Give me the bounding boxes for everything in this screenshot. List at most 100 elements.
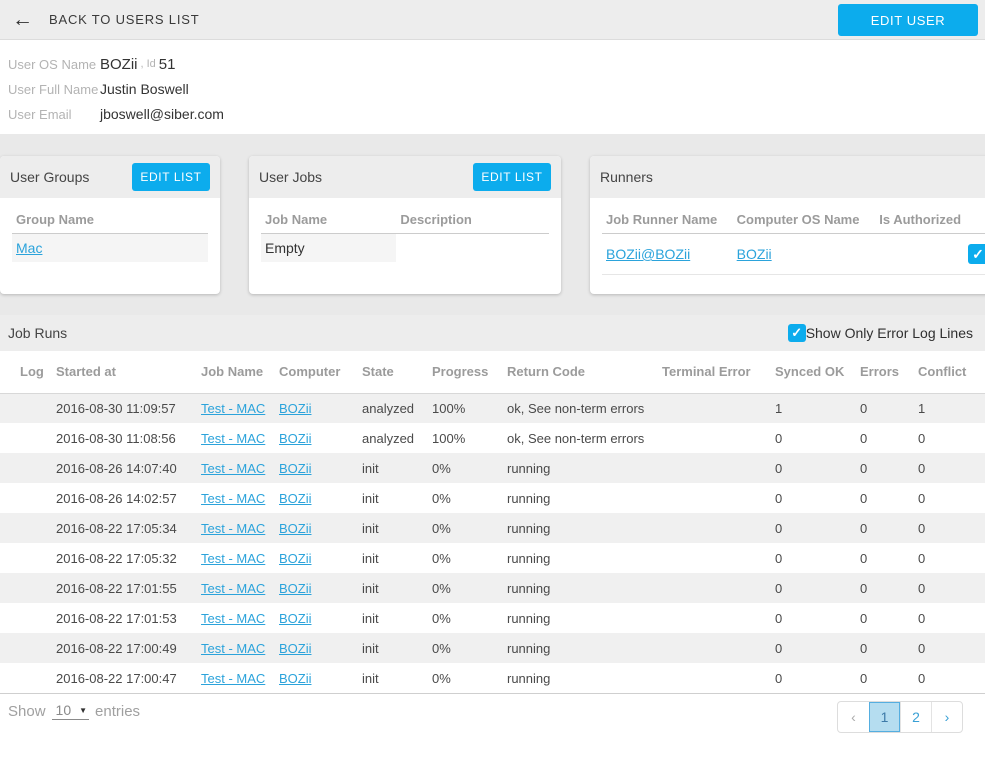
started-at-cell: 2016-08-22 17:05:34: [48, 513, 193, 543]
progress-cell: 0%: [424, 603, 499, 633]
return-code-cell: running: [499, 483, 654, 513]
synced-ok-cell: 1: [767, 393, 852, 423]
user-fullname-value: Justin Boswell: [100, 81, 189, 97]
synced-ok-cell: 0: [767, 513, 852, 543]
computer-link[interactable]: BOZii: [279, 581, 312, 596]
job-name-link[interactable]: Test - MAC: [201, 491, 265, 506]
state-cell: analyzed: [354, 393, 424, 423]
computer-link[interactable]: BOZii: [279, 641, 312, 656]
errors-cell: 0: [852, 573, 910, 603]
edit-groups-list-button[interactable]: EDIT LIST: [132, 163, 210, 191]
job-name-link[interactable]: Test - MAC: [201, 641, 265, 656]
conflict-cell: 0: [910, 603, 985, 633]
runners-header: Runners: [590, 156, 985, 198]
job-name-link[interactable]: Test - MAC: [201, 551, 265, 566]
user-groups-title: User Groups: [10, 169, 89, 185]
started-at-cell: 2016-08-22 17:05:32: [48, 543, 193, 573]
group-name-link[interactable]: Mac: [16, 240, 42, 256]
computer-link[interactable]: BOZii: [279, 671, 312, 686]
next-page-button[interactable]: ›: [931, 702, 962, 732]
table-row: 2016-08-22 17:01:55Test - MACBOZiiinit0%…: [0, 573, 985, 603]
show-only-errors-checkbox[interactable]: ✓: [788, 324, 806, 342]
synced-ok-cell: 0: [767, 663, 852, 693]
col-state: State: [354, 351, 424, 393]
computer-link[interactable]: BOZii: [279, 521, 312, 536]
page-size-select[interactable]: 10 ▼: [52, 702, 90, 720]
job-name-link[interactable]: Test - MAC: [201, 671, 265, 686]
computer-link[interactable]: BOZii: [279, 611, 312, 626]
state-cell: init: [354, 513, 424, 543]
synced-ok-cell: 0: [767, 483, 852, 513]
job-name-link[interactable]: Test - MAC: [201, 401, 265, 416]
user-groups-header: User Groups EDIT LIST: [0, 156, 220, 198]
show-label: Show: [8, 703, 46, 720]
back-to-users-link[interactable]: BACK TO USERS LIST: [49, 12, 199, 27]
table-row: 2016-08-22 17:05:34 Test - MAC BOZii init0%…: [0, 513, 985, 543]
log-cell: [0, 663, 48, 693]
conflict-cell: 0: [910, 633, 985, 663]
user-jobs-table: Job Name Description Empty: [261, 208, 549, 262]
table-row: 2016-08-26 14:02:57Test - MACBOZiiinit0%…: [0, 483, 985, 513]
return-code-cell: running: [499, 513, 654, 543]
col-terminal-error: Terminal Error: [654, 351, 767, 393]
is-authorized-header: Is Authorized: [875, 208, 985, 234]
page-1-button[interactable]: 1: [869, 702, 900, 732]
started-at-cell: 2016-08-22 17:00:49: [48, 633, 193, 663]
computer-link[interactable]: BOZii: [279, 551, 312, 566]
computer-link[interactable]: BOZii: [279, 461, 312, 476]
user-os-value: BOZii: [100, 56, 138, 73]
log-cell: [0, 483, 48, 513]
job-name-link[interactable]: Test - MAC: [201, 461, 265, 476]
progress-cell: 100%: [424, 423, 499, 453]
back-arrow-icon[interactable]: ←: [12, 9, 33, 30]
table-footer: Show 10 ▼ entries ‹ 1 2 ›: [0, 693, 985, 771]
synced-ok-cell: 0: [767, 633, 852, 663]
col-conflict: Conflict: [910, 351, 985, 393]
synced-ok-cell: 0: [767, 603, 852, 633]
started-at-cell: 2016-08-30 11:08:56: [48, 423, 193, 453]
conflict-cell: 0: [910, 513, 985, 543]
computer-link[interactable]: BOZii: [279, 401, 312, 416]
table-row: BOZii@BOZii BOZii ✓: [602, 234, 985, 275]
edit-jobs-list-button[interactable]: EDIT LIST: [473, 163, 551, 191]
state-cell: init: [354, 663, 424, 693]
job-name-link[interactable]: Test - MAC: [201, 611, 265, 626]
job-name-link[interactable]: Test - MAC: [201, 431, 265, 446]
user-email-row: User Email jboswell@siber.com: [8, 104, 977, 124]
return-code-cell: running: [499, 663, 654, 693]
col-errors: Errors: [852, 351, 910, 393]
page-2-button[interactable]: 2: [900, 702, 931, 732]
top-bar: ← BACK TO USERS LIST EDIT USER: [0, 0, 985, 40]
runners-title: Runners: [600, 169, 653, 185]
log-cell: [0, 513, 48, 543]
computer-link[interactable]: BOZii: [279, 431, 312, 446]
user-fullname-label: User Full Name: [8, 82, 100, 97]
runner-computer-link[interactable]: BOZii: [737, 246, 772, 262]
prev-page-button[interactable]: ‹: [838, 702, 869, 732]
user-groups-card: User Groups EDIT LIST Group Name Mac: [0, 156, 220, 294]
computer-link[interactable]: BOZii: [279, 491, 312, 506]
state-cell: init: [354, 543, 424, 573]
progress-cell: 0%: [424, 573, 499, 603]
is-authorized-checkbox[interactable]: ✓: [968, 244, 985, 264]
user-groups-table: Group Name Mac: [12, 208, 208, 262]
conflict-cell: 0: [910, 663, 985, 693]
table-row: 2016-08-26 14:07:40Test - MACBOZiiinit0%…: [0, 453, 985, 483]
state-cell: analyzed: [354, 423, 424, 453]
conflict-cell: 0: [910, 573, 985, 603]
edit-user-button[interactable]: EDIT USER: [838, 4, 978, 36]
runner-name-link[interactable]: BOZii@BOZii: [606, 246, 690, 262]
progress-cell: 0%: [424, 513, 499, 543]
runner-name-header: Job Runner Name: [602, 208, 733, 234]
log-cell: [0, 603, 48, 633]
user-fullname-row: User Full Name Justin Boswell: [8, 79, 977, 99]
conflict-cell: 0: [910, 543, 985, 573]
errors-cell: 0: [852, 423, 910, 453]
terminal-error-cell: [654, 483, 767, 513]
terminal-error-cell: [654, 573, 767, 603]
job-name-link[interactable]: Test - MAC: [201, 521, 265, 536]
log-cell: [0, 453, 48, 483]
terminal-error-cell: [654, 663, 767, 693]
job-name-link[interactable]: Test - MAC: [201, 581, 265, 596]
progress-cell: 0%: [424, 543, 499, 573]
